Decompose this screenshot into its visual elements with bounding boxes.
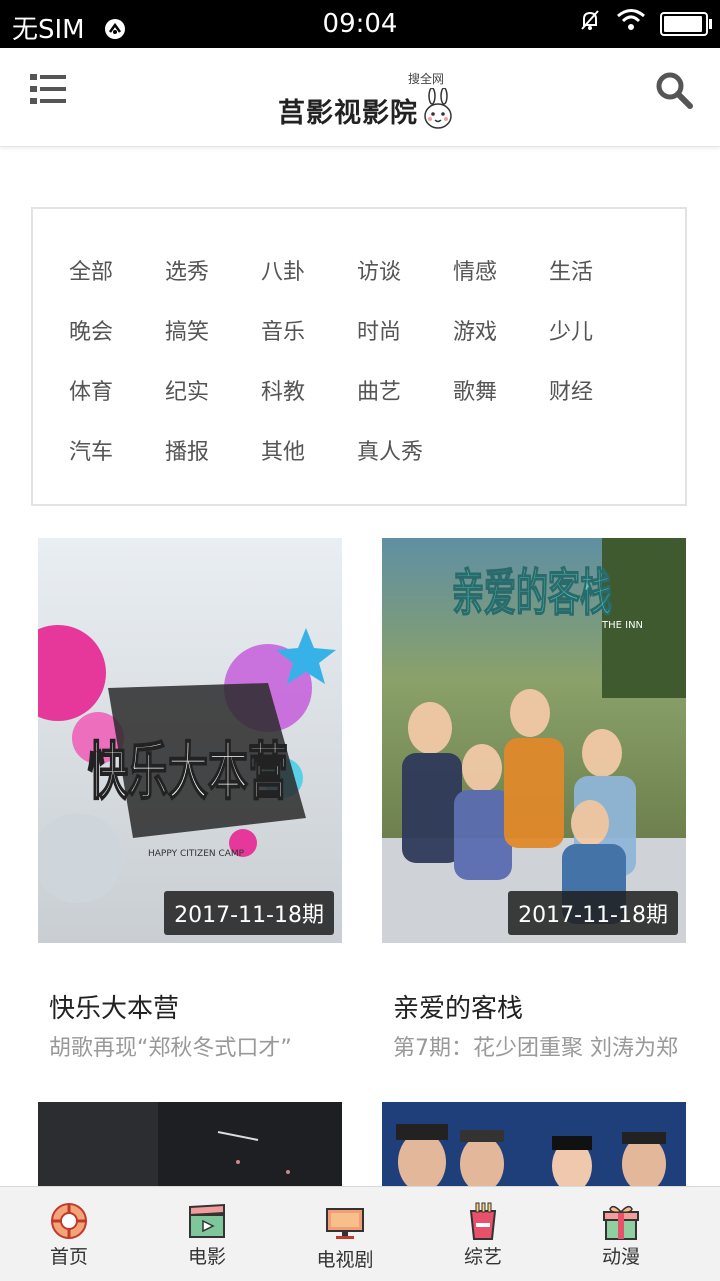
category-item[interactable]: 播报	[165, 425, 261, 485]
bottom-tab-bar: 首页 电影 电视剧 综艺 动漫	[0, 1186, 720, 1281]
category-item[interactable]: 少儿	[549, 305, 645, 365]
clapperboard-icon	[189, 1203, 225, 1238]
battery-icon	[660, 11, 712, 36]
rabbit-mascot-icon	[424, 88, 452, 129]
gift-icon	[603, 1205, 639, 1240]
category-panel: 全部 选秀 八卦 访谈 情感 生活 晚会 搞笑 音乐 时尚 游戏 少儿 体育 纪…	[31, 207, 687, 506]
tab-tv-series[interactable]: 电视剧	[276, 1187, 414, 1281]
show-poster-partial[interactable]	[38, 1102, 342, 1186]
popcorn-icon	[469, 1202, 497, 1240]
app-header: 搜全网 莒影视影院	[0, 48, 720, 147]
search-button[interactable]	[654, 70, 694, 110]
poster-logo-text: 亲爱的客栈	[452, 564, 612, 622]
episode-badge: 2017-11-18期	[164, 891, 334, 935]
home-lifebuoy-icon	[51, 1203, 87, 1239]
category-item[interactable]: 晚会	[69, 305, 165, 365]
tab-anime[interactable]: 动漫	[552, 1187, 690, 1281]
tab-label: 动漫	[601, 1246, 640, 1268]
menu-button[interactable]	[28, 70, 68, 110]
category-item[interactable]: 情感	[453, 245, 549, 305]
category-item[interactable]: 八卦	[261, 245, 357, 305]
category-item[interactable]: 曲艺	[357, 365, 453, 425]
logo-subtitle: 搜全网	[408, 72, 445, 86]
mute-icon	[578, 8, 602, 39]
show-description: 第7期：花少团重聚 刘涛为郑	[393, 1036, 678, 1061]
poster-logo-text: 快乐大本营	[88, 735, 288, 808]
category-item[interactable]: 歌舞	[453, 365, 549, 425]
tab-label: 电视剧	[316, 1249, 374, 1271]
category-item[interactable]: 全部	[69, 245, 165, 305]
category-item[interactable]: 体育	[69, 365, 165, 425]
category-item[interactable]: 音乐	[261, 305, 357, 365]
show-description: 胡歌再现“郑秋冬式口才”	[49, 1036, 292, 1061]
category-item[interactable]: 真人秀	[357, 425, 453, 485]
category-item[interactable]: 选秀	[165, 245, 261, 305]
category-grid: 全部 选秀 八卦 访谈 情感 生活 晚会 搞笑 音乐 时尚 游戏 少儿 体育 纪…	[69, 245, 645, 485]
show-title[interactable]: 快乐大本营	[49, 988, 179, 1025]
show-title[interactable]: 亲爱的客栈	[393, 988, 523, 1025]
tab-label: 首页	[49, 1246, 88, 1268]
tv-icon	[326, 1208, 364, 1239]
show-poster[interactable]: 快乐大本营 HAPPY CITIZEN CAMP 2017-11-18期	[38, 538, 342, 943]
tab-home[interactable]: 首页	[0, 1187, 138, 1281]
logo-title: 莒影视影院	[278, 98, 418, 129]
search-icon	[656, 72, 693, 109]
wifi-icon	[616, 8, 646, 39]
poster-image: 快乐大本营 HAPPY CITIZEN CAMP	[38, 538, 342, 943]
tab-label: 综艺	[463, 1246, 502, 1268]
category-item[interactable]: 财经	[549, 365, 645, 425]
poster-logo-sub: THE INN	[601, 620, 643, 631]
category-item[interactable]: 搞笑	[165, 305, 261, 365]
poster-image: 亲爱的客栈 THE INN	[382, 538, 686, 943]
category-item[interactable]: 其他	[261, 425, 357, 485]
category-item[interactable]: 访谈	[357, 245, 453, 305]
show-poster-partial[interactable]	[382, 1102, 686, 1186]
menu-list-icon	[30, 74, 66, 104]
poster-logo-sub: HAPPY CITIZEN CAMP	[148, 849, 245, 859]
poster-image	[38, 1102, 342, 1186]
episode-badge: 2017-11-18期	[508, 891, 678, 935]
category-item[interactable]: 游戏	[453, 305, 549, 365]
status-bar: 无SIM 09:04	[0, 0, 720, 48]
tab-movies[interactable]: 电影	[138, 1187, 276, 1281]
app-logo: 搜全网 莒影视影院	[278, 70, 454, 130]
category-item[interactable]: 时尚	[357, 305, 453, 365]
category-item[interactable]: 汽车	[69, 425, 165, 485]
tab-variety[interactable]: 综艺	[414, 1187, 552, 1281]
poster-image	[382, 1102, 686, 1186]
status-right	[578, 8, 712, 39]
category-item[interactable]: 纪实	[165, 365, 261, 425]
category-item[interactable]: 科教	[261, 365, 357, 425]
show-poster[interactable]: 亲爱的客栈 THE INN 2017-11-18期	[382, 538, 686, 943]
tab-label: 电影	[187, 1246, 226, 1268]
category-item[interactable]: 生活	[549, 245, 645, 305]
